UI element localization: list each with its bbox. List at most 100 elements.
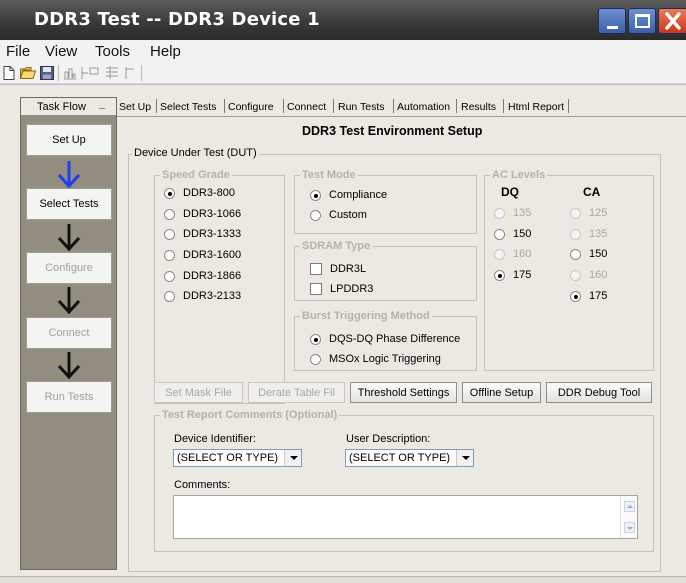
toolbar	[0, 62, 686, 84]
option-label: DDR3-800	[183, 187, 235, 199]
offline-setup-button[interactable]: Offline Setup	[462, 382, 541, 403]
radio-button[interactable]	[494, 269, 505, 281]
dq-level-option[interactable]: 160	[494, 248, 531, 260]
radio-button[interactable]	[570, 248, 581, 260]
minimize-icon	[607, 26, 618, 29]
close-window-button[interactable]	[658, 8, 686, 34]
set-mask-file-button[interactable]: Set Mask File	[154, 382, 243, 403]
toolbar-icon-4[interactable]	[63, 66, 77, 80]
menu-tools[interactable]: Tools	[95, 43, 130, 60]
close-icon	[665, 12, 681, 30]
radio-button[interactable]	[570, 228, 581, 240]
tab-run-tests[interactable]: Run Tests	[338, 101, 385, 113]
option-label: Custom	[329, 209, 367, 221]
radio-button[interactable]	[164, 249, 175, 261]
dq-level-option[interactable]: 135	[494, 207, 531, 219]
task-step-run-tests[interactable]: Run Tests	[26, 381, 112, 413]
threshold-settings-button[interactable]: Threshold Settings	[350, 382, 457, 403]
tab-connect[interactable]: Connect	[287, 101, 326, 113]
speed-grade-option[interactable]: DDR3-1866	[164, 270, 241, 282]
derate-table-file-button[interactable]: Derate Table Fil	[248, 382, 345, 403]
dq-level-option[interactable]: 175	[494, 269, 531, 281]
save-icon[interactable]	[40, 66, 54, 80]
option-label: DDR3-1866	[183, 270, 242, 282]
radio-button[interactable]	[310, 353, 321, 365]
radio-button[interactable]	[310, 209, 321, 221]
tab-configure[interactable]: Configure	[228, 101, 274, 113]
radio-button[interactable]	[494, 228, 505, 240]
radio-button[interactable]	[164, 290, 175, 302]
checkbox[interactable]	[310, 283, 322, 295]
window-title: DDR3 Test -- DDR3 Device 1	[34, 9, 320, 30]
ca-level-option[interactable]: 135	[570, 228, 607, 240]
scroll-up-icon[interactable]	[624, 501, 635, 512]
task-step-set-up[interactable]: Set Up	[26, 124, 112, 156]
sdram-type-legend: SDRAM Type	[300, 240, 373, 252]
test-mode-legend: Test Mode	[300, 169, 358, 181]
toolbar-icon-6[interactable]	[104, 66, 120, 80]
menu-help[interactable]: Help	[150, 43, 181, 60]
chevron-down-icon[interactable]	[284, 450, 301, 466]
radio-button[interactable]	[494, 207, 505, 219]
ca-level-option[interactable]: 160	[570, 269, 607, 281]
device-identifier-label: Device Identifier:	[174, 433, 256, 445]
combobox-value: (SELECT OR TYPE)	[177, 452, 279, 464]
new-file-icon[interactable]	[3, 66, 15, 80]
tab-separator	[283, 99, 284, 113]
ddr-debug-tool-button[interactable]: DDR Debug Tool	[546, 382, 652, 403]
maximize-window-button[interactable]	[628, 8, 656, 34]
radio-button[interactable]	[310, 333, 321, 345]
title-bar: DDR3 Test -- DDR3 Device 1	[0, 0, 686, 40]
checkbox[interactable]	[310, 263, 322, 275]
task-step-connect[interactable]: Connect	[26, 317, 112, 349]
radio-button[interactable]	[494, 248, 505, 260]
chevron-down-icon[interactable]	[456, 450, 473, 466]
tab-results[interactable]: Results	[461, 101, 496, 113]
comments-scrollbar[interactable]	[620, 496, 637, 538]
device-identifier-combobox[interactable]: (SELECT OR TYPE)	[173, 449, 302, 467]
ca-level-option[interactable]: 175	[570, 290, 607, 302]
radio-button[interactable]	[310, 189, 321, 201]
toolbar-icon-5[interactable]	[80, 66, 100, 80]
tab-set-up[interactable]: Set Up	[119, 101, 151, 113]
minimize-window-button[interactable]	[598, 8, 626, 34]
speed-grade-option[interactable]: DDR3-1066	[164, 208, 241, 220]
sdram-type-option[interactable]: LPDDR3	[310, 283, 373, 295]
radio-button[interactable]	[164, 208, 175, 220]
sdram-type-option[interactable]: DDR3L	[310, 263, 366, 275]
open-folder-icon[interactable]	[20, 66, 36, 80]
radio-button[interactable]	[164, 187, 175, 199]
radio-button[interactable]	[164, 228, 175, 240]
burst-triggering-option[interactable]: DQS-DQ Phase Difference	[310, 333, 460, 345]
task-flow-minimize-button[interactable]: _	[99, 98, 105, 110]
radio-button[interactable]	[570, 269, 581, 281]
toolbar-icon-7[interactable]	[124, 66, 138, 80]
task-step-configure[interactable]: Configure	[26, 252, 112, 284]
user-description-combobox[interactable]: (SELECT OR TYPE)	[345, 449, 474, 467]
speed-grade-option[interactable]: DDR3-1600	[164, 249, 241, 261]
ca-level-option[interactable]: 125	[570, 207, 607, 219]
tab-automation[interactable]: Automation	[397, 101, 450, 113]
task-step-select-tests[interactable]: Select Tests	[26, 188, 112, 220]
tab-select-tests[interactable]: Select Tests	[160, 101, 216, 113]
tab-html-report[interactable]: Html Report	[508, 101, 564, 113]
main-panel: Set Up Select Tests Configure Connect Ru…	[117, 97, 686, 575]
comments-textarea[interactable]	[173, 495, 638, 539]
menu-file[interactable]: File	[6, 43, 30, 60]
radio-button[interactable]	[570, 290, 581, 302]
radio-button[interactable]	[570, 207, 581, 219]
speed-grade-option[interactable]: DDR3-2133	[164, 290, 241, 302]
speed-grade-option[interactable]: DDR3-800	[164, 187, 235, 199]
test-mode-option[interactable]: Compliance	[310, 189, 387, 201]
test-report-legend: Test Report Comments (Optional)	[160, 409, 340, 421]
scroll-down-icon[interactable]	[624, 522, 635, 533]
ca-level-option[interactable]: 150	[570, 248, 607, 260]
radio-button[interactable]	[164, 270, 175, 282]
test-mode-option[interactable]: Custom	[310, 209, 367, 221]
burst-triggering-option[interactable]: MSOx Logic Triggering	[310, 353, 441, 365]
speed-grade-option[interactable]: DDR3-1333	[164, 228, 241, 240]
option-label: 150	[513, 228, 532, 240]
menu-view[interactable]: View	[45, 43, 77, 60]
dq-level-option[interactable]: 150	[494, 228, 531, 240]
option-label: MSOx Logic Triggering	[329, 353, 441, 365]
